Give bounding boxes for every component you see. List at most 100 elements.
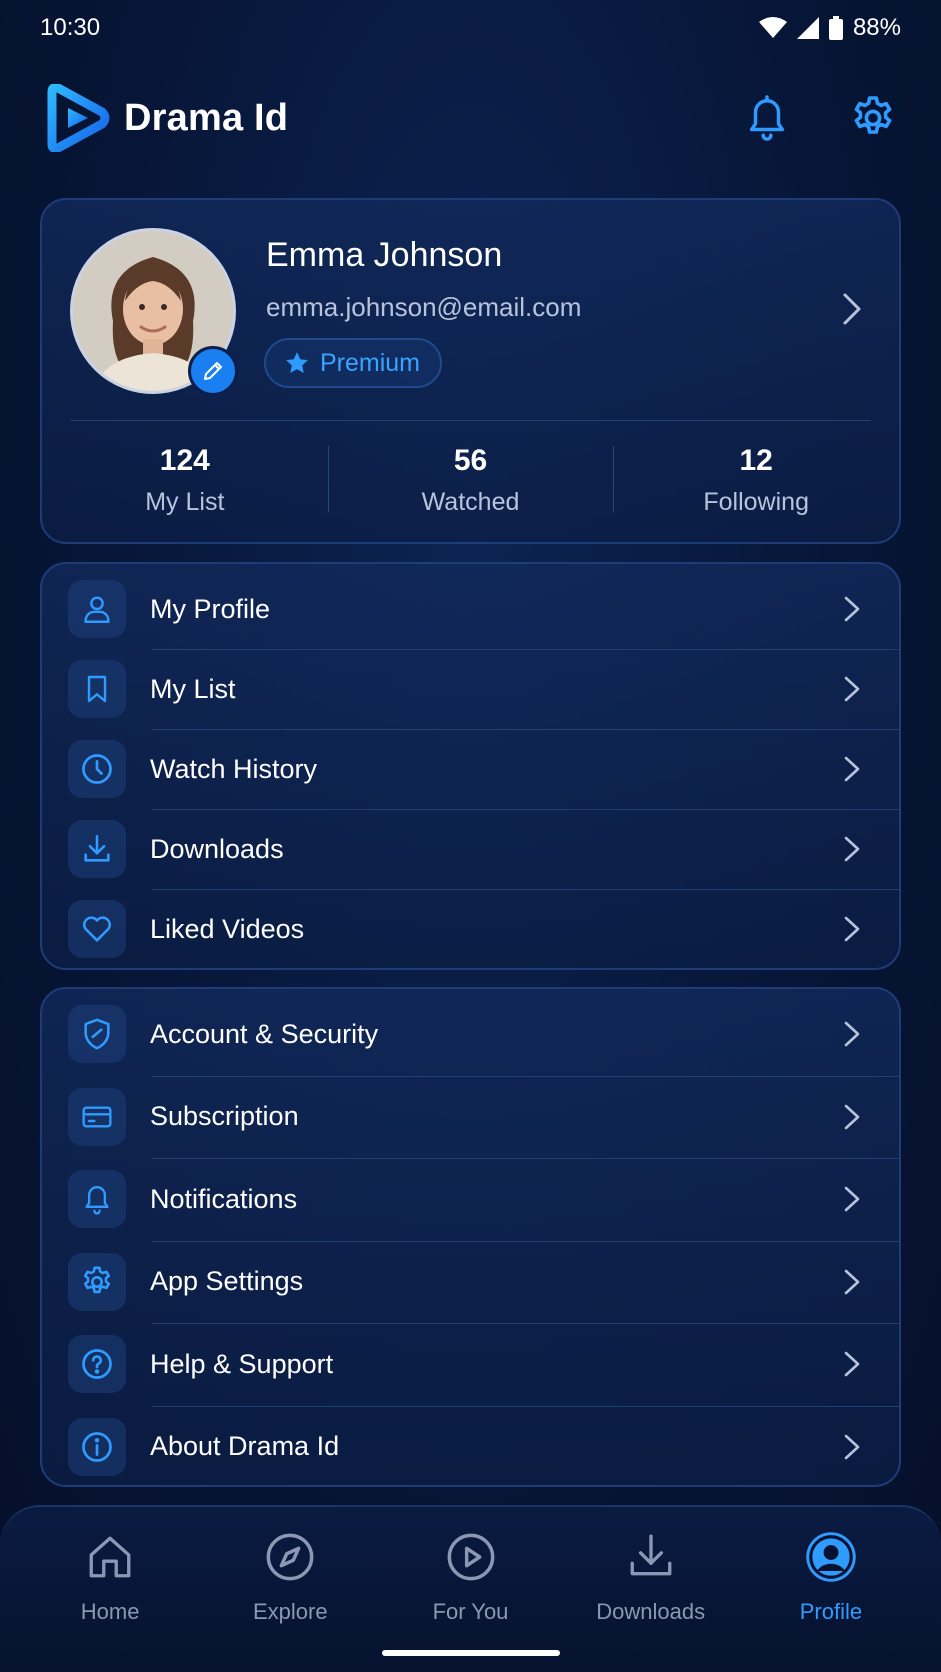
- help-icon: [68, 1335, 126, 1394]
- menu-item-label: App Settings: [150, 1266, 304, 1297]
- menu-item-label: Account & Security: [150, 1018, 379, 1049]
- user-icon: [68, 580, 126, 638]
- brand: Drama Id: [46, 84, 288, 152]
- profile-card[interactable]: Emma Johnson emma.johnson@email.com Prem…: [40, 198, 901, 544]
- download-icon: [626, 1529, 676, 1585]
- gear-icon: [854, 96, 892, 134]
- status-icons: 88%: [758, 14, 901, 42]
- header-actions: [739, 90, 901, 146]
- stat-label: Watched: [421, 487, 520, 516]
- nav-profile[interactable]: Profile: [741, 1507, 921, 1672]
- credit-card-icon: [68, 1087, 126, 1146]
- app-logo-icon: [47, 84, 110, 152]
- menu-item-label: My List: [150, 673, 236, 704]
- chevron-right-icon: [837, 1185, 867, 1213]
- status-time: 10:30: [40, 14, 101, 41]
- heart-icon: [68, 900, 126, 958]
- menu-item-help-support[interactable]: Help & Support: [42, 1323, 899, 1406]
- stat-my-list[interactable]: 124 My List: [42, 420, 328, 544]
- stat-watched[interactable]: 56 Watched: [327, 420, 614, 544]
- notifications-button[interactable]: [739, 90, 795, 146]
- bell-icon: [68, 1170, 126, 1229]
- battery-icon: [828, 16, 843, 40]
- chevron-right-icon: [837, 1020, 867, 1048]
- stat-label: My List: [145, 487, 225, 516]
- wifi-icon: [758, 17, 787, 38]
- chevron-right-icon: [837, 835, 867, 863]
- nav-for-you[interactable]: For You: [380, 1507, 560, 1672]
- menu-item-label: About Drama Id: [150, 1431, 340, 1462]
- home-icon: [85, 1529, 135, 1585]
- stat-following[interactable]: 12 Following: [613, 420, 899, 544]
- menu-item-notifications[interactable]: Notifications: [42, 1158, 899, 1241]
- settings-button[interactable]: [845, 90, 901, 146]
- play-circle-icon: [445, 1529, 497, 1585]
- bottom-nav: Home Explore For You Downloads Profile: [0, 1505, 941, 1672]
- avatar-wrapper: [70, 228, 238, 396]
- nav-downloads[interactable]: Downloads: [561, 1507, 741, 1672]
- status-bar: 10:30 88%: [0, 0, 941, 56]
- nav-explore[interactable]: Explore: [200, 1507, 380, 1672]
- menu-item-label: Liked Videos: [150, 913, 305, 944]
- stat-value: 124: [159, 443, 210, 477]
- nav-label: Explore: [253, 1599, 328, 1624]
- menu-group-library: My Profile My List Watch History Downloa…: [40, 562, 901, 970]
- bell-icon: [749, 95, 785, 141]
- stats-row: 124 My List 56 Watched 12 Following: [42, 420, 899, 544]
- menu-item-account-security[interactable]: Account & Security: [42, 993, 899, 1076]
- chevron-right-icon: [837, 1103, 867, 1131]
- menu-item-app-settings[interactable]: App Settings: [42, 1240, 899, 1324]
- app-header: Drama Id: [0, 78, 941, 158]
- chevron-right-icon: [837, 755, 867, 783]
- compass-icon: [264, 1529, 316, 1585]
- gear-icon: [68, 1252, 126, 1311]
- profile-icon: [804, 1529, 858, 1585]
- stat-label: Following: [703, 487, 809, 516]
- clock-icon: [68, 740, 126, 798]
- menu-item-label: Help & Support: [150, 1348, 334, 1379]
- menu-item-label: Watch History: [150, 753, 318, 784]
- menu-item-label: Notifications: [150, 1183, 298, 1214]
- menu-item-about[interactable]: About Drama Id: [42, 1405, 899, 1489]
- stat-value: 12: [739, 443, 773, 477]
- app-title: Drama Id: [124, 96, 289, 139]
- chevron-right-icon: [837, 1268, 867, 1296]
- menu-item-label: Subscription: [150, 1101, 299, 1132]
- download-icon: [68, 820, 126, 878]
- signal-icon: [796, 17, 819, 39]
- user-email: emma.johnson@email.com: [266, 292, 582, 322]
- menu-item-downloads[interactable]: Downloads: [42, 809, 899, 889]
- edit-avatar-button[interactable]: [188, 346, 238, 396]
- menu-group-settings: Account & Security Subscription Notifica…: [40, 987, 901, 1487]
- premium-badge[interactable]: Premium: [264, 338, 443, 388]
- nav-home[interactable]: Home: [20, 1507, 200, 1672]
- chevron-right-icon: [843, 293, 861, 325]
- battery-percent: 88%: [852, 14, 901, 41]
- nav-label: Downloads: [596, 1599, 706, 1624]
- menu-item-liked-videos[interactable]: Liked Videos: [42, 889, 899, 969]
- menu-item-my-list[interactable]: My List: [42, 649, 899, 729]
- chevron-right-icon: [837, 675, 867, 703]
- chevron-right-icon: [837, 595, 867, 623]
- nav-label: Home: [80, 1599, 140, 1624]
- premium-label: Premium: [320, 348, 421, 377]
- pencil-icon: [204, 362, 222, 380]
- shield-icon: [68, 1005, 126, 1064]
- user-name: Emma Johnson: [266, 236, 503, 274]
- bookmark-icon: [68, 660, 126, 718]
- profile-chevron-button[interactable]: [841, 292, 863, 331]
- menu-item-subscription[interactable]: Subscription: [42, 1075, 899, 1159]
- nav-label: Profile: [799, 1599, 863, 1624]
- chevron-right-icon: [837, 915, 867, 943]
- menu-item-my-profile[interactable]: My Profile: [42, 569, 899, 649]
- home-indicator: [382, 1650, 560, 1656]
- star-icon: [286, 352, 308, 373]
- menu-item-watch-history[interactable]: Watch History: [42, 729, 899, 809]
- stat-value: 56: [453, 443, 488, 477]
- chevron-right-icon: [837, 1433, 867, 1461]
- menu-item-label: My Profile: [150, 593, 271, 624]
- info-icon: [68, 1417, 126, 1476]
- menu-item-label: Downloads: [150, 833, 284, 864]
- nav-label: For You: [432, 1599, 509, 1624]
- chevron-right-icon: [837, 1350, 867, 1378]
